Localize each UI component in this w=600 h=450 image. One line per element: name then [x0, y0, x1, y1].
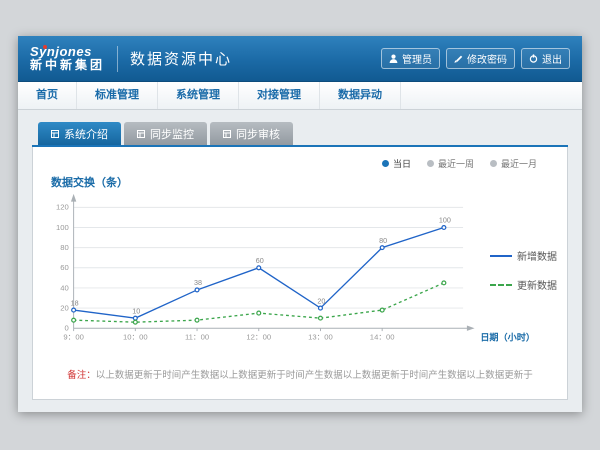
legend-label: 新增数据 — [517, 248, 557, 263]
svg-text:100: 100 — [439, 216, 451, 225]
grid-icon — [51, 130, 59, 138]
footnote: 备注：以上数据更新于时间产生数据以上数据更新于时间产生数据以上数据更新于时间产生… — [41, 367, 559, 381]
grid-icon — [223, 130, 231, 138]
filter-label: 最近一周 — [438, 157, 474, 170]
nav-item-data-change[interactable]: 数据异动 — [320, 82, 401, 109]
grid-icon — [137, 130, 145, 138]
line-chart: 0 20 40 60 80 100 120 9：00 10：00 11：00 12：00 13：00 1… — [41, 192, 559, 349]
svg-text:80: 80 — [379, 236, 387, 245]
change-password-button[interactable]: 修改密码 — [446, 48, 515, 69]
radio-dot-icon — [382, 160, 389, 167]
main-nav: 首页 标准管理 系统管理 对接管理 数据异动 — [18, 82, 582, 110]
legend-item-new-data[interactable]: 新增数据 — [490, 248, 557, 263]
time-range-filter: 当日 最近一周 最近一月 — [41, 153, 559, 170]
logout-button[interactable]: 退出 — [521, 48, 570, 69]
svg-text:80: 80 — [60, 243, 69, 252]
pencil-icon — [454, 54, 463, 63]
filter-label: 最近一月 — [501, 157, 537, 170]
svg-text:60: 60 — [256, 256, 264, 265]
radio-dot-icon — [490, 160, 497, 167]
filter-today[interactable]: 当日 — [382, 157, 411, 170]
line-chart-svg: 0 20 40 60 80 100 120 9：00 10：00 11：00 12：00 13：00 1… — [41, 192, 559, 349]
legend-label: 更新数据 — [517, 277, 557, 292]
tab-label: 同步监控 — [150, 126, 194, 142]
desktop-background: Synjones 新中新集团 数据资源中心 管理员 修改密码 — [0, 0, 600, 450]
svg-text:10：00: 10：00 — [123, 333, 148, 342]
footnote-prefix: 备注： — [67, 370, 96, 381]
power-icon — [529, 54, 538, 63]
brand-logo: Synjones 新中新集团 — [30, 45, 105, 72]
filter-last-week[interactable]: 最近一周 — [427, 157, 474, 170]
svg-text:0: 0 — [65, 324, 69, 333]
line-swatch-dashed — [490, 284, 512, 286]
svg-text:13：00: 13：00 — [308, 333, 333, 342]
svg-text:100: 100 — [56, 223, 69, 232]
header-divider — [117, 46, 118, 72]
user-icon — [389, 54, 398, 63]
radio-dot-icon — [427, 160, 434, 167]
tab-label: 同步审核 — [236, 126, 280, 142]
series-legend: 新增数据 更新数据 — [490, 248, 557, 292]
svg-text:日期（小时）: 日期（小时） — [480, 332, 535, 343]
brand-logo-subtext: 新中新集团 — [30, 59, 105, 72]
legend-item-update-data[interactable]: 更新数据 — [490, 277, 557, 292]
nav-item-standard-mgmt[interactable]: 标准管理 — [77, 82, 158, 109]
svg-text:11：00: 11：00 — [185, 333, 209, 342]
brand-logo-text: Synjones — [30, 45, 105, 59]
header-actions: 管理员 修改密码 退出 — [381, 48, 570, 69]
svg-text:20: 20 — [60, 303, 69, 312]
chart-panel: 当日 最近一周 最近一月 数据交换（条） 0 20 40 60 80 100 120 9：00… — [32, 147, 568, 400]
svg-text:20: 20 — [317, 296, 325, 305]
brand-logo-dot — [43, 45, 47, 49]
svg-text:38: 38 — [194, 278, 202, 287]
line-swatch-solid — [490, 255, 512, 257]
admin-user-button[interactable]: 管理员 — [381, 48, 440, 69]
svg-text:40: 40 — [60, 283, 69, 292]
tab-system-intro[interactable]: 系统介绍 — [38, 122, 121, 145]
logout-label: 退出 — [542, 51, 562, 66]
nav-item-system-mgmt[interactable]: 系统管理 — [158, 82, 239, 109]
filter-last-month[interactable]: 最近一月 — [490, 157, 537, 170]
nav-item-home[interactable]: 首页 — [18, 82, 77, 109]
app-window: Synjones 新中新集团 数据资源中心 管理员 修改密码 — [18, 36, 582, 412]
svg-text:9：00: 9：00 — [63, 333, 83, 342]
svg-text:12：00: 12：00 — [246, 333, 271, 342]
filter-label: 当日 — [393, 157, 411, 170]
svg-text:10: 10 — [132, 306, 140, 315]
svg-text:120: 120 — [56, 203, 69, 212]
change-password-label: 修改密码 — [467, 51, 507, 66]
tab-sync-audit[interactable]: 同步审核 — [210, 122, 293, 145]
y-axis-title: 数据交换（条） — [51, 174, 559, 190]
nav-item-interface-mgmt[interactable]: 对接管理 — [239, 82, 320, 109]
footnote-text: 以上数据更新于时间产生数据以上数据更新于时间产生数据以上数据更新于时间产生数据以… — [96, 370, 533, 381]
page-title: 数据资源中心 — [130, 48, 232, 69]
content-area: 系统介绍 同步监控 同步审核 当日 — [18, 110, 582, 412]
tab-sync-monitor[interactable]: 同步监控 — [124, 122, 207, 145]
svg-text:60: 60 — [60, 263, 69, 272]
svg-text:14：00: 14：00 — [370, 333, 395, 342]
tab-label: 系统介绍 — [64, 126, 108, 142]
tabs-row: 系统介绍 同步监控 同步审核 — [32, 122, 568, 147]
app-header: Synjones 新中新集团 数据资源中心 管理员 修改密码 — [18, 36, 582, 82]
svg-text:18: 18 — [71, 298, 79, 307]
admin-user-label: 管理员 — [402, 51, 432, 66]
